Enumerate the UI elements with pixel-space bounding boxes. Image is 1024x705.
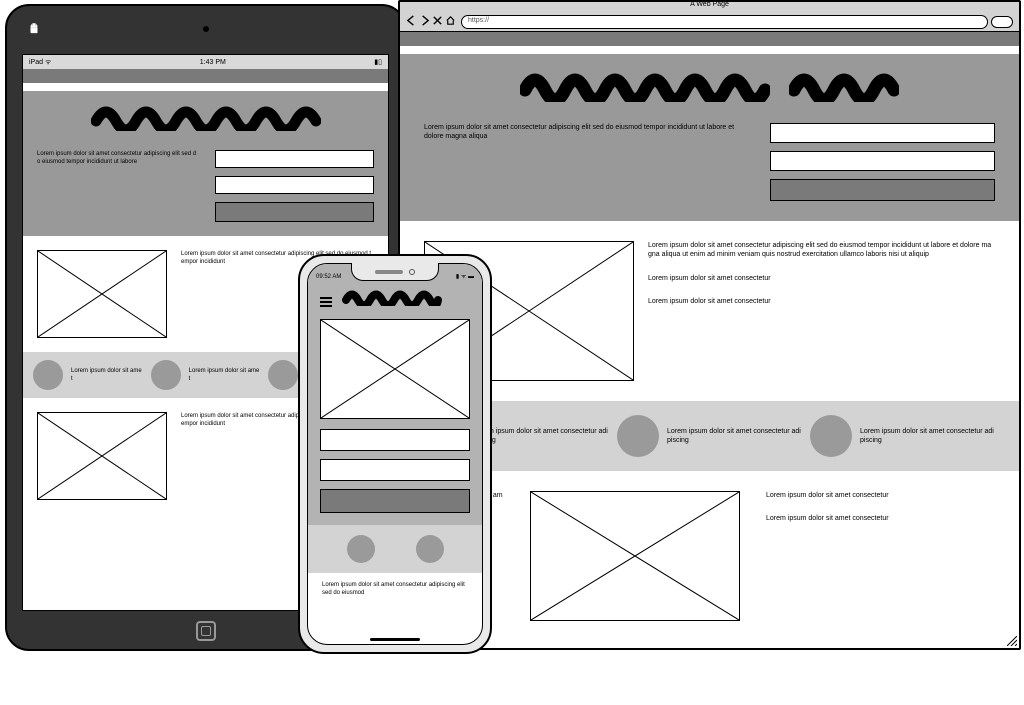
home-icon[interactable] bbox=[445, 13, 456, 31]
content-copy: Lorem ipsum dolor sit amet consectetur bbox=[766, 514, 995, 523]
feature-dot bbox=[151, 360, 181, 390]
image-placeholder bbox=[320, 319, 470, 419]
feature-copy: Lorem ipsum dolor sit amet consectetur a… bbox=[474, 427, 609, 446]
hamburger-icon[interactable] bbox=[320, 297, 332, 307]
content-copy: Lorem ipsum dolor sit amet consectetur a… bbox=[308, 573, 482, 605]
tablet-home-button[interactable] bbox=[196, 621, 216, 641]
phone-device-frame: 09:52 AM ▮ ᯤ ▬ Lorem ipsum dolor bbox=[298, 254, 492, 654]
phone-hero bbox=[308, 282, 482, 525]
address-bar[interactable]: https:// bbox=[461, 15, 988, 29]
back-icon[interactable] bbox=[406, 13, 417, 31]
hero-input-2[interactable] bbox=[215, 176, 375, 194]
wifi-icon: ᯤ bbox=[45, 59, 51, 66]
feature-dot bbox=[617, 415, 659, 457]
home-indicator[interactable] bbox=[370, 638, 420, 641]
hero-input-1[interactable] bbox=[320, 429, 470, 451]
feature-dot bbox=[33, 360, 63, 390]
feature-dot bbox=[347, 535, 375, 563]
phone-screen: 09:52 AM ▮ ᯤ ▬ Lorem ipsum dolor bbox=[307, 263, 483, 645]
hero-copy: Lorem ipsum dolor sit amet consectetur a… bbox=[424, 123, 740, 201]
feature-copy: Lorem ipsum dolor sit amet consectetur a… bbox=[860, 427, 995, 446]
accent-bar bbox=[400, 32, 1019, 46]
hero-input-1[interactable] bbox=[215, 150, 375, 168]
content-copy: Lorem ipsum dolor sit amet consectetur a… bbox=[648, 241, 995, 260]
feature-dot bbox=[810, 415, 852, 457]
tablet-time: 1:43 PM bbox=[200, 59, 226, 66]
image-placeholder bbox=[37, 250, 167, 338]
image-placeholder bbox=[530, 491, 740, 621]
content-row-1: Lorem ipsum dolor sit amet consectetur a… bbox=[400, 221, 1019, 401]
hero-submit-button[interactable] bbox=[770, 179, 995, 201]
headline-scribble bbox=[91, 101, 321, 131]
browser-toolbar: A Web Page https:// bbox=[400, 2, 1019, 32]
feature-copy: Lorem ipsum dolor sit amet bbox=[71, 367, 143, 383]
hero-copy: Lorem ipsum dolor sit amet consectetur a… bbox=[37, 150, 197, 222]
battery-icon: ▮▯ bbox=[374, 58, 382, 66]
tablet-status-bar: iPad ᯤ 1:43 PM ▮▯ bbox=[23, 55, 388, 69]
headline-scribble bbox=[342, 288, 442, 306]
tablet-carrier: iPad bbox=[29, 59, 43, 66]
feature-copy: Lorem ipsum dolor sit amet consectetur a… bbox=[667, 427, 802, 446]
hero-submit-button[interactable] bbox=[215, 202, 375, 222]
window-title: A Web Page bbox=[400, 1, 1019, 8]
android-icon bbox=[27, 22, 41, 39]
hero-input-2[interactable] bbox=[320, 459, 470, 481]
phone-time: 09:52 AM bbox=[316, 274, 341, 280]
front-camera-icon bbox=[409, 269, 415, 275]
headline-scribble bbox=[789, 68, 899, 102]
feature-dot bbox=[268, 360, 298, 390]
status-icons: ▮ ᯤ ▬ bbox=[456, 272, 474, 280]
content-copy: Lorem ipsum dolor sit amet consectetur bbox=[766, 491, 995, 500]
headline-scribble bbox=[520, 68, 770, 102]
hero-submit-button[interactable] bbox=[320, 489, 470, 513]
image-placeholder bbox=[37, 412, 167, 500]
hero-input-2[interactable] bbox=[770, 151, 995, 171]
browser-feature-strip: Lorem ipsum dolor sit amet consectetur a… bbox=[400, 401, 1019, 471]
speaker-icon bbox=[375, 270, 403, 274]
accent-bar bbox=[23, 69, 388, 83]
browser-menu-pill[interactable] bbox=[991, 16, 1013, 28]
tablet-hero: Lorem ipsum dolor sit amet consectetur a… bbox=[23, 91, 388, 236]
tablet-camera bbox=[203, 26, 209, 32]
phone-feature-strip bbox=[308, 525, 482, 573]
content-copy: Lorem ipsum dolor sit amet consectetur bbox=[648, 274, 995, 283]
hero-input-1[interactable] bbox=[770, 123, 995, 143]
resize-grip-icon[interactable] bbox=[1007, 636, 1017, 646]
feature-copy: Lorem ipsum dolor sit amet bbox=[189, 367, 261, 383]
browser-hero: Lorem ipsum dolor sit amet consectetur a… bbox=[400, 54, 1019, 221]
content-row-2: Lorem ipsum dolor sit amet consectetur L… bbox=[400, 471, 1019, 641]
feature-dot bbox=[416, 535, 444, 563]
stop-icon[interactable] bbox=[432, 13, 443, 31]
content-copy: Lorem ipsum dolor sit amet consectetur bbox=[648, 297, 995, 306]
phone-notch bbox=[351, 263, 439, 281]
forward-icon[interactable] bbox=[419, 13, 430, 31]
